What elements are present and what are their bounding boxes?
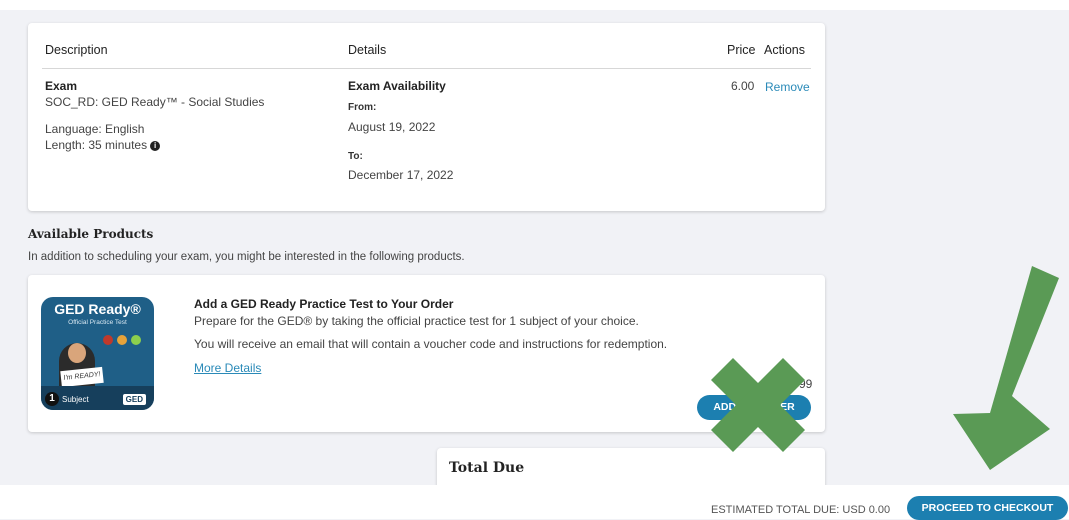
green-light-icon — [131, 335, 141, 345]
ged-logo: GED — [122, 394, 146, 405]
from-label: From: — [348, 102, 377, 113]
product-line-1: Prepare for the GED® by taking the offic… — [194, 314, 639, 328]
down-left-arrow-icon — [953, 266, 1059, 470]
add-button-label-left: ADD — [713, 401, 737, 413]
person-face — [68, 343, 86, 363]
product-title: Add a GED Ready Practice Test to Your Or… — [194, 297, 454, 311]
ged-ready-product-image: GED Ready® Official Practice Test I'm RE… — [41, 297, 154, 410]
exam-name: SOC_RD: GED Ready™ - Social Studies — [45, 95, 265, 109]
product-image-footer: 1 Subject GED — [41, 386, 154, 410]
checkout-footer: ESTIMATED TOTAL DUE: USD 0.00 PROCEED TO… — [0, 485, 1069, 520]
product-card: GED Ready® Official Practice Test I'm RE… — [28, 275, 825, 432]
exam-language: Language: English — [45, 122, 145, 136]
available-products-description: In addition to scheduling your exam, you… — [28, 251, 465, 263]
product-line-2: You will receive an email that will cont… — [194, 337, 668, 351]
total-due-title: Total Due — [449, 460, 525, 476]
header-description: Description — [45, 43, 108, 57]
product-image-title: GED Ready® — [54, 301, 141, 317]
subject-label: Subject — [62, 395, 89, 404]
header-actions: Actions — [764, 43, 805, 57]
ready-sign: I'm READY! — [60, 366, 104, 388]
info-circle-icon[interactable]: i — [150, 140, 161, 151]
subject-count-badge: 1 — [45, 392, 59, 406]
available-products-title: Available Products — [28, 227, 154, 241]
to-date: December 17, 2022 — [348, 168, 454, 182]
exam-type: Exam — [45, 79, 78, 93]
red-light-icon — [103, 335, 113, 345]
to-label: To: — [348, 151, 363, 162]
header-price: Price — [727, 43, 756, 57]
exam-price: 6.00 — [731, 79, 755, 93]
add-to-order-button[interactable]: ADD ER — [697, 395, 811, 420]
top-bar — [0, 0, 1069, 10]
from-date: August 19, 2022 — [348, 120, 436, 134]
order-summary-card: Description Details Price Actions Exam S… — [28, 23, 825, 211]
yellow-light-icon — [117, 335, 127, 345]
product-image-subtitle: Official Practice Test — [68, 319, 127, 326]
more-details-link[interactable]: More Details — [194, 361, 261, 375]
availability-title: Exam Availability — [348, 79, 446, 93]
table-header-divider — [42, 68, 811, 69]
remove-link[interactable]: Remove — [765, 80, 810, 94]
estimated-total: ESTIMATED TOTAL DUE: USD 0.00 — [711, 504, 891, 516]
header-details: Details — [348, 43, 387, 57]
product-price: 99 — [799, 377, 813, 391]
add-button-label-right: ER — [780, 401, 795, 413]
exam-length-text: Length: 35 minutes — [45, 138, 148, 152]
exam-length: Length: 35 minutes i — [45, 138, 161, 152]
proceed-to-checkout-button[interactable]: PROCEED TO CHECKOUT — [907, 496, 1068, 520]
